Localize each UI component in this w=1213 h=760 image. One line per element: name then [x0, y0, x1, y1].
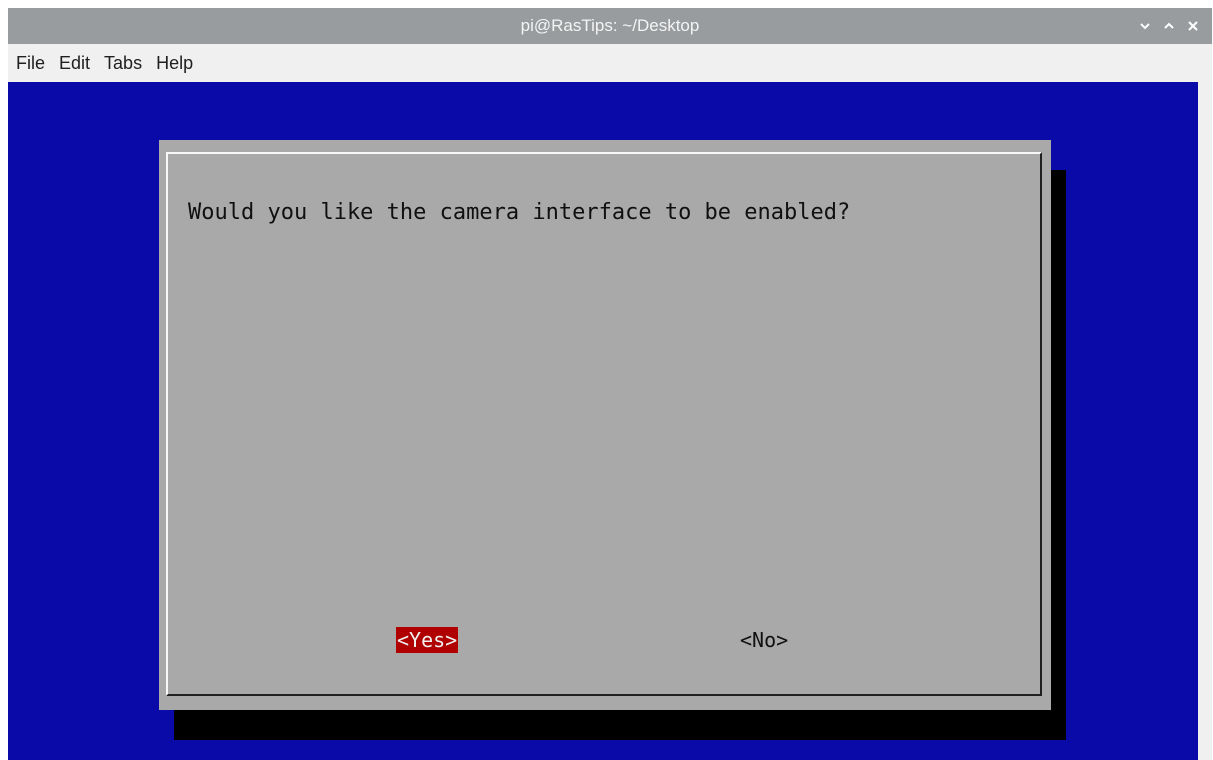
menu-edit[interactable]: Edit [57, 51, 92, 76]
close-icon [1188, 21, 1198, 31]
close-button[interactable] [1186, 19, 1200, 33]
chevron-up-icon [1164, 22, 1174, 29]
maximize-button[interactable] [1162, 19, 1176, 33]
no-button[interactable]: <No> [739, 627, 789, 653]
chevron-down-icon [1140, 23, 1150, 30]
dialog-question: Would you like the camera interface to b… [188, 200, 851, 225]
terminal-window: pi@RasTips: ~/Desktop File Edit Tabs Hel… [8, 8, 1212, 760]
window-title: pi@RasTips: ~/Desktop [520, 16, 700, 35]
dialog-frame [166, 152, 1042, 696]
minimize-button[interactable] [1138, 19, 1152, 33]
menu-bar: File Edit Tabs Help [8, 44, 1212, 82]
confirm-dialog: Would you like the camera interface to b… [159, 140, 1051, 710]
window-controls [1138, 8, 1200, 44]
title-bar[interactable]: pi@RasTips: ~/Desktop [8, 8, 1212, 44]
terminal-scrollbar[interactable] [1198, 82, 1212, 760]
terminal-area[interactable]: Would you like the camera interface to b… [8, 82, 1198, 760]
menu-file[interactable]: File [14, 51, 47, 76]
menu-help[interactable]: Help [154, 51, 195, 76]
yes-button[interactable]: <Yes> [396, 627, 459, 653]
menu-tabs[interactable]: Tabs [102, 51, 144, 76]
